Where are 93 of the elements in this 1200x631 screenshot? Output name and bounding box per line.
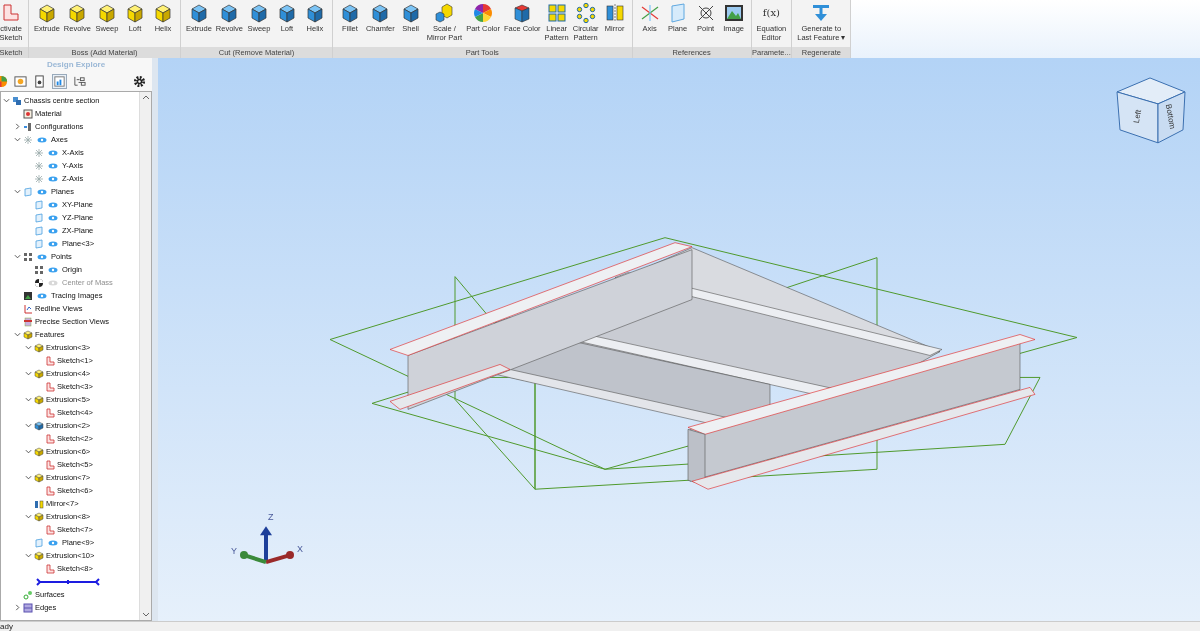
boss-icon <box>34 394 44 405</box>
eye-icon[interactable] <box>48 201 58 208</box>
mass-icon <box>34 277 44 288</box>
boss-icon <box>34 472 44 483</box>
mirror-icon <box>603 2 626 24</box>
axis-label: Y <box>231 546 237 557</box>
sketch-icon <box>45 485 55 496</box>
boss-icon <box>34 368 44 379</box>
collapse-caret-icon[interactable] <box>25 370 32 377</box>
collapse-caret-icon[interactable] <box>25 552 32 559</box>
eye-icon[interactable] <box>37 253 47 260</box>
point-icon <box>34 264 44 275</box>
cubes-icon <box>433 2 456 24</box>
color-wheel-icon <box>472 2 494 24</box>
image-icon <box>23 290 33 301</box>
section-icon <box>23 316 33 327</box>
sketch-icon <box>45 563 55 574</box>
axis-icon <box>23 134 33 145</box>
3d-viewport[interactable]: Left Bottom Z Y X <box>158 58 1200 621</box>
part-icon <box>12 95 22 106</box>
collapse-caret-icon[interactable] <box>14 253 21 260</box>
axis-icon <box>34 173 44 184</box>
eye-icon[interactable] <box>48 539 58 546</box>
collapse-caret-icon[interactable] <box>14 188 21 195</box>
plane-icon <box>34 199 44 210</box>
collapse-caret-icon[interactable] <box>3 97 10 104</box>
eye-icon[interactable] <box>48 162 58 169</box>
tree-icon[interactable] <box>73 74 86 88</box>
eye-icon[interactable] <box>48 175 58 182</box>
panel-title: Design Explore <box>45 59 107 71</box>
collapse-caret-icon[interactable] <box>25 422 32 429</box>
material-icon <box>23 108 33 119</box>
mirror-icon <box>34 498 44 509</box>
eye-icon[interactable] <box>48 227 58 234</box>
plane-icon <box>34 212 44 223</box>
collapse-caret-icon[interactable] <box>25 474 32 481</box>
sketch-icon <box>45 459 55 470</box>
view-cube-drawing <box>1116 77 1186 144</box>
collapse-caret-icon[interactable] <box>25 344 32 351</box>
sketch-icon <box>45 407 55 418</box>
boss-icon <box>34 342 44 353</box>
eye-icon[interactable] <box>48 214 58 221</box>
sketch-icon <box>45 381 55 392</box>
collapse-caret-icon[interactable] <box>25 448 32 455</box>
expand-caret-icon[interactable] <box>14 123 21 130</box>
plane-icon <box>23 186 33 197</box>
axis-label: Z <box>268 512 274 523</box>
cube-face-label[interactable]: Left <box>1131 109 1144 124</box>
collapse-caret-icon[interactable] <box>14 331 21 338</box>
eye-icon[interactable] <box>48 240 58 247</box>
surface-icon <box>23 589 33 600</box>
sketch-icon <box>0 2 22 24</box>
axis-triad-drawing <box>240 526 294 565</box>
eye-icon[interactable] <box>48 266 58 273</box>
point-icon <box>23 251 33 262</box>
settings-icon[interactable] <box>133 74 146 88</box>
cut-icon <box>34 420 44 431</box>
document-icon[interactable] <box>33 74 46 88</box>
axis-icon <box>34 160 44 171</box>
film-icon[interactable] <box>14 74 27 88</box>
collapse-caret-icon[interactable] <box>25 396 32 403</box>
sketch-icon <box>45 524 55 535</box>
collapse-caret-icon[interactable] <box>14 136 21 143</box>
config-icon <box>23 121 33 132</box>
eye-icon[interactable] <box>48 149 58 156</box>
scroll-down-icon[interactable] <box>141 612 150 618</box>
boss-icon <box>34 446 44 457</box>
chart-icon[interactable] <box>52 73 67 89</box>
plane-icon <box>34 238 44 249</box>
expand-caret-icon[interactable] <box>14 604 21 611</box>
plane-icon <box>34 537 44 548</box>
edge-icon <box>23 602 33 613</box>
scrollbar[interactable] <box>139 92 151 620</box>
plane-icon <box>34 225 44 236</box>
rollback-bar-icon[interactable] <box>36 577 100 586</box>
circle-ring-icon <box>574 2 597 24</box>
axis-icon <box>34 147 44 158</box>
scroll-up-icon[interactable] <box>141 94 150 100</box>
sketch-icon <box>45 433 55 444</box>
status-text: ady <box>0 622 13 631</box>
boss-icon <box>34 511 44 522</box>
eye-icon[interactable] <box>37 136 47 143</box>
boss-icon <box>34 550 44 561</box>
eye-icon[interactable] <box>37 292 47 299</box>
boss-icon <box>23 329 33 340</box>
eye-icon[interactable] <box>37 188 47 195</box>
grid-icon <box>545 2 568 24</box>
function-icon: f(x) <box>762 2 780 24</box>
axis-label: X <box>297 544 303 555</box>
sketch-icon <box>45 355 55 366</box>
image-icon <box>722 2 745 24</box>
redline-icon <box>23 303 33 314</box>
collapse-caret-icon[interactable] <box>25 513 32 520</box>
